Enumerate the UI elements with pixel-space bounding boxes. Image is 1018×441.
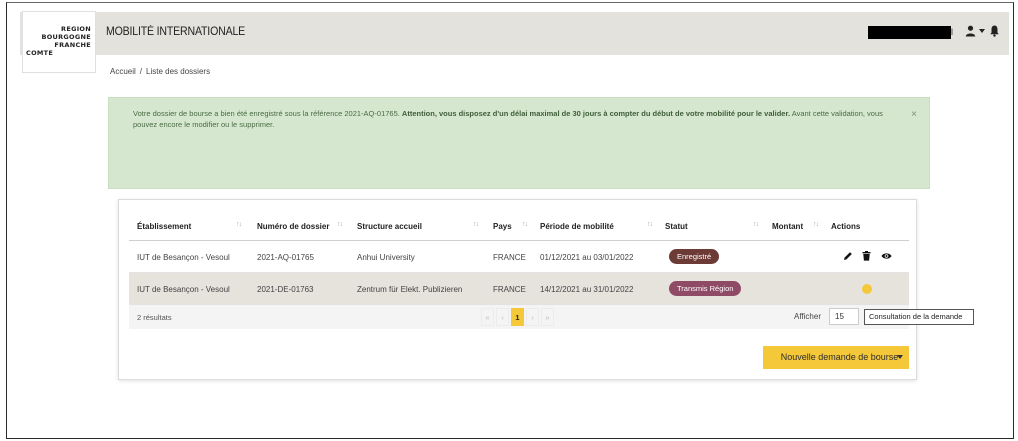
breadcrumb: Accueil / Liste des dossiers — [110, 67, 210, 76]
logo-line: COMTE — [26, 49, 54, 57]
pagination-first[interactable]: « — [481, 308, 494, 326]
column-header-etablissement[interactable]: Établissement — [137, 222, 191, 231]
per-page-select[interactable]: 15 — [829, 308, 859, 325]
cell-pays: FRANCE — [493, 285, 526, 294]
region-logo[interactable]: REGION BOURGOGNE FRANCHE COMTE — [22, 11, 96, 73]
pagination: « ‹ 1 › » — [481, 308, 554, 326]
logo-line: BOURGOGNE — [41, 33, 91, 41]
table-header: Établissement ↑↓ Numéro de dossier ↑↓ St… — [129, 212, 909, 241]
sort-icon[interactable]: ↑↓ — [236, 221, 242, 228]
column-header-numero[interactable]: Numéro de dossier — [257, 222, 329, 231]
column-header-montant[interactable]: Montant — [772, 222, 803, 231]
column-header-periode[interactable]: Période de mobilité — [540, 222, 614, 231]
column-header-actions: Actions — [831, 222, 861, 231]
view-icon[interactable] — [881, 251, 892, 263]
breadcrumb-separator: / — [139, 67, 143, 76]
cell-pays: FRANCE — [493, 253, 526, 262]
sort-icon[interactable]: ↑↓ — [813, 221, 819, 228]
sort-icon[interactable]: ↑↓ — [337, 221, 343, 228]
cell-structure: Anhui University — [357, 253, 415, 262]
cell-numero: 2021-DE-01763 — [257, 285, 314, 294]
close-icon[interactable]: × — [911, 109, 917, 120]
column-header-structure[interactable]: Structure accueil — [357, 222, 422, 231]
table-footer: 2 résultats « ‹ 1 › » Afficher 15 — [129, 305, 909, 329]
status-badge: Enregistré — [669, 249, 720, 264]
table-row[interactable]: IUT de Besançon - Vesoul 2021-AQ-01765 A… — [129, 241, 909, 273]
dossiers-card: Établissement ↑↓ Numéro de dossier ↑↓ St… — [118, 199, 917, 380]
new-request-button-label: Nouvelle demande de bourse — [780, 352, 899, 362]
sort-icon[interactable]: ↑↓ — [522, 221, 528, 228]
caret-down-icon — [897, 355, 903, 359]
pagination-prev[interactable]: ‹ — [496, 308, 509, 326]
new-request-button[interactable]: Nouvelle demande de bourse — [763, 346, 909, 369]
cell-numero: 2021-AQ-01765 — [257, 253, 314, 262]
tooltip: Consultation de la demande — [864, 309, 974, 325]
cell-periode: 01/12/2021 au 03/01/2022 — [540, 253, 634, 262]
per-page-label: Afficher — [794, 312, 821, 321]
user-name-redacted[interactable] — [868, 26, 951, 39]
bell-icon[interactable] — [990, 25, 999, 39]
edit-icon[interactable] — [843, 251, 853, 263]
column-header-pays[interactable]: Pays — [493, 222, 512, 231]
pagination-last[interactable]: » — [541, 308, 554, 326]
success-alert: Votre dossier de bourse a bien été enreg… — [108, 97, 930, 189]
caret-down-icon[interactable] — [979, 29, 985, 33]
cell-etablissement: IUT de Besançon - Vesoul — [137, 285, 230, 294]
table-row[interactable]: IUT de Besançon - Vesoul 2021-DE-01763 Z… — [129, 273, 909, 305]
alert-text-before: Votre dossier de bourse a bien été enreg… — [133, 109, 402, 118]
sort-icon[interactable]: ↑↓ — [647, 221, 653, 228]
breadcrumb-home-link[interactable]: Accueil — [110, 67, 136, 76]
app-title[interactable]: MOBILITÉ INTERNATIONALE — [106, 26, 245, 38]
sort-icon[interactable]: ↑↓ — [753, 221, 759, 228]
user-icon[interactable] — [965, 25, 976, 39]
pagination-page-current[interactable]: 1 — [511, 308, 524, 326]
logo-line: FRANCHE — [54, 41, 91, 49]
status-badge: Transmis Région — [669, 281, 742, 296]
delete-icon[interactable] — [862, 251, 871, 263]
breadcrumb-current: Liste des dossiers — [146, 67, 211, 76]
cell-structure: Zentrum für Elekt. Publizieren — [357, 285, 463, 294]
dossiers-table: Établissement ↑↓ Numéro de dossier ↑↓ St… — [129, 212, 909, 329]
sort-icon[interactable]: ↑↓ — [473, 221, 479, 228]
column-header-statut[interactable]: Statut — [665, 222, 688, 231]
logo-line: REGION — [61, 25, 91, 33]
user-name-tail: l — [951, 27, 953, 37]
pagination-next[interactable]: › — [526, 308, 539, 326]
cell-etablissement: IUT de Besançon - Vesoul — [137, 253, 230, 262]
view-icon[interactable] — [862, 284, 872, 294]
cell-periode: 14/12/2021 au 31/01/2022 — [540, 285, 634, 294]
results-count: 2 résultats — [137, 313, 172, 322]
alert-text-bold: Attention, vous disposez d'un délai maxi… — [401, 109, 791, 118]
